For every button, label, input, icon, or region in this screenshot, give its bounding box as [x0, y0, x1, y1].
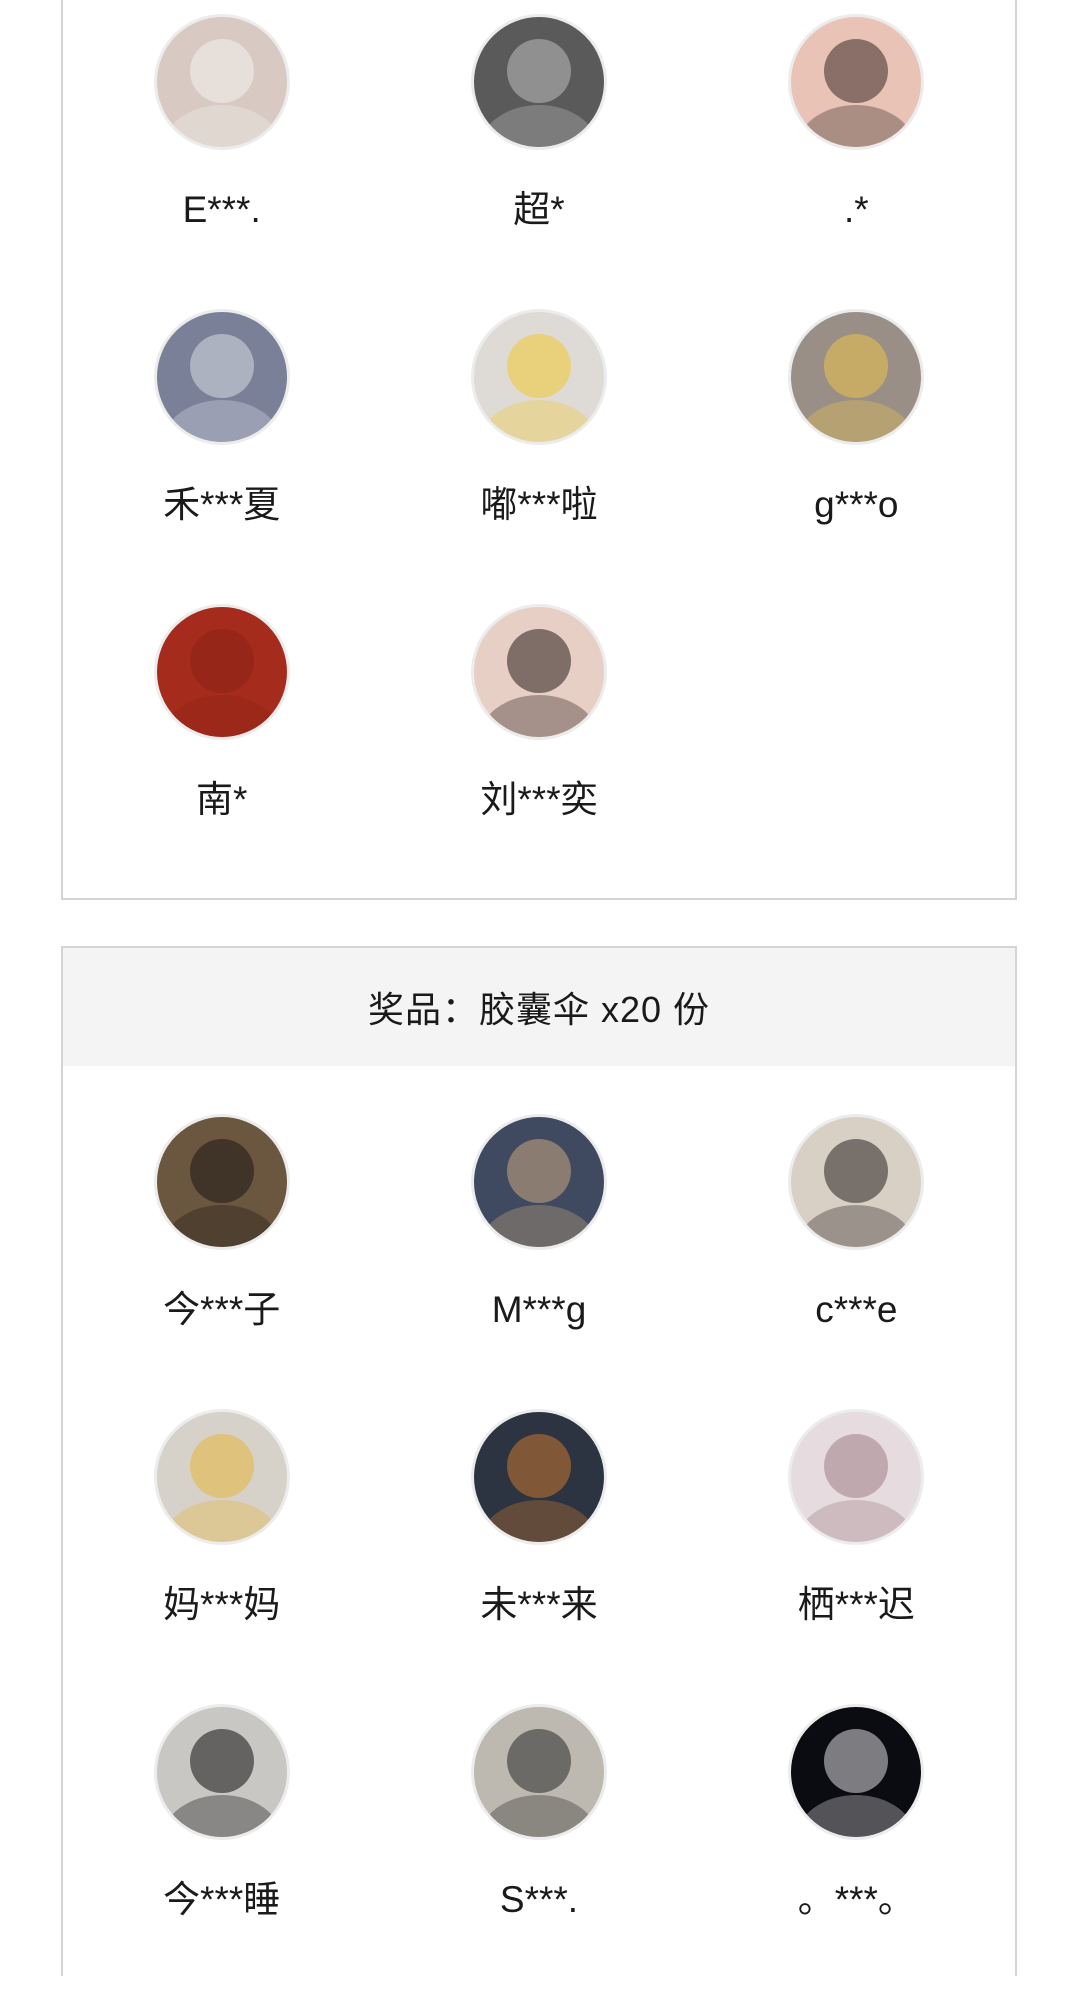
- winner-name: c***e: [815, 1289, 898, 1330]
- winner-name: 禾***夏: [163, 484, 281, 525]
- prize-header: 奖品：胶囊伞 x20 份: [63, 948, 1015, 1066]
- avatar[interactable]: [470, 14, 607, 150]
- winner-name: .*: [843, 189, 869, 230]
- avatar[interactable]: [470, 309, 607, 445]
- winner-name: 今***睡: [163, 1879, 281, 1920]
- avatar[interactable]: [153, 309, 290, 445]
- avatar[interactable]: [470, 1409, 607, 1545]
- winner-item[interactable]: c***e: [698, 1114, 1015, 1409]
- winner-item[interactable]: 禾***夏: [63, 309, 380, 604]
- winner-item[interactable]: S***.: [380, 1704, 697, 1999]
- avatar[interactable]: [788, 14, 925, 150]
- winner-name: E***.: [182, 189, 261, 230]
- avatar[interactable]: [153, 1114, 290, 1250]
- avatar[interactable]: [470, 1704, 607, 1840]
- winner-name: g***o: [814, 484, 899, 525]
- winner-item[interactable]: E***.: [63, 14, 380, 309]
- winner-item[interactable]: 妈***妈: [63, 1409, 380, 1704]
- winner-name: S***.: [499, 1879, 579, 1920]
- winners-grid: E***. 超* .* 禾***夏 嘟***啦 g***o 南* 刘***奕: [63, 14, 1015, 899]
- winner-item[interactable]: 南*: [63, 604, 380, 899]
- winner-item[interactable]: 今***子: [63, 1114, 380, 1409]
- winner-name: 妈***妈: [163, 1584, 281, 1625]
- avatar[interactable]: [788, 1114, 925, 1250]
- winner-name: 栖***迟: [797, 1584, 915, 1625]
- avatar[interactable]: [788, 1704, 925, 1840]
- avatar[interactable]: [470, 1114, 607, 1250]
- winner-item[interactable]: 超*: [380, 14, 697, 309]
- winner-item[interactable]: 今***睡: [63, 1704, 380, 1999]
- avatar[interactable]: [153, 1409, 290, 1545]
- winner-item[interactable]: M***g: [380, 1114, 697, 1409]
- winner-item[interactable]: 栖***迟: [698, 1409, 1015, 1704]
- winner-item[interactable]: 嘟***啦: [380, 309, 697, 604]
- avatar[interactable]: [153, 604, 290, 740]
- winner-name: 今***子: [163, 1289, 281, 1330]
- winner-name: 。***。: [797, 1879, 915, 1920]
- winner-item[interactable]: g***o: [698, 309, 1015, 604]
- winner-name: 未***来: [480, 1584, 598, 1625]
- avatar[interactable]: [470, 604, 607, 740]
- avatar[interactable]: [788, 1409, 925, 1545]
- prize-card: 奖品：胶囊伞 x20 份 今***子 M***g c***e 妈***妈 未***来 栖*…: [61, 946, 1017, 1976]
- avatar[interactable]: [153, 14, 290, 150]
- winner-item[interactable]: 。***。: [698, 1704, 1015, 1999]
- winner-item[interactable]: .*: [698, 14, 1015, 309]
- winner-item[interactable]: 未***来: [380, 1409, 697, 1704]
- winner-name: 刘***奕: [480, 779, 598, 820]
- winner-name: 超*: [513, 189, 565, 230]
- winner-name: M***g: [491, 1289, 587, 1330]
- winner-name: 嘟***啦: [480, 484, 598, 525]
- avatar[interactable]: [788, 309, 925, 445]
- winners-card: E***. 超* .* 禾***夏 嘟***啦 g***o 南* 刘***奕: [61, 0, 1017, 900]
- winner-name: 南*: [195, 779, 248, 820]
- winner-item[interactable]: 刘***奕: [380, 604, 697, 899]
- avatar[interactable]: [153, 1704, 290, 1840]
- winners-grid: 今***子 M***g c***e 妈***妈 未***来 栖***迟今***睡 S***.…: [63, 1114, 1015, 1999]
